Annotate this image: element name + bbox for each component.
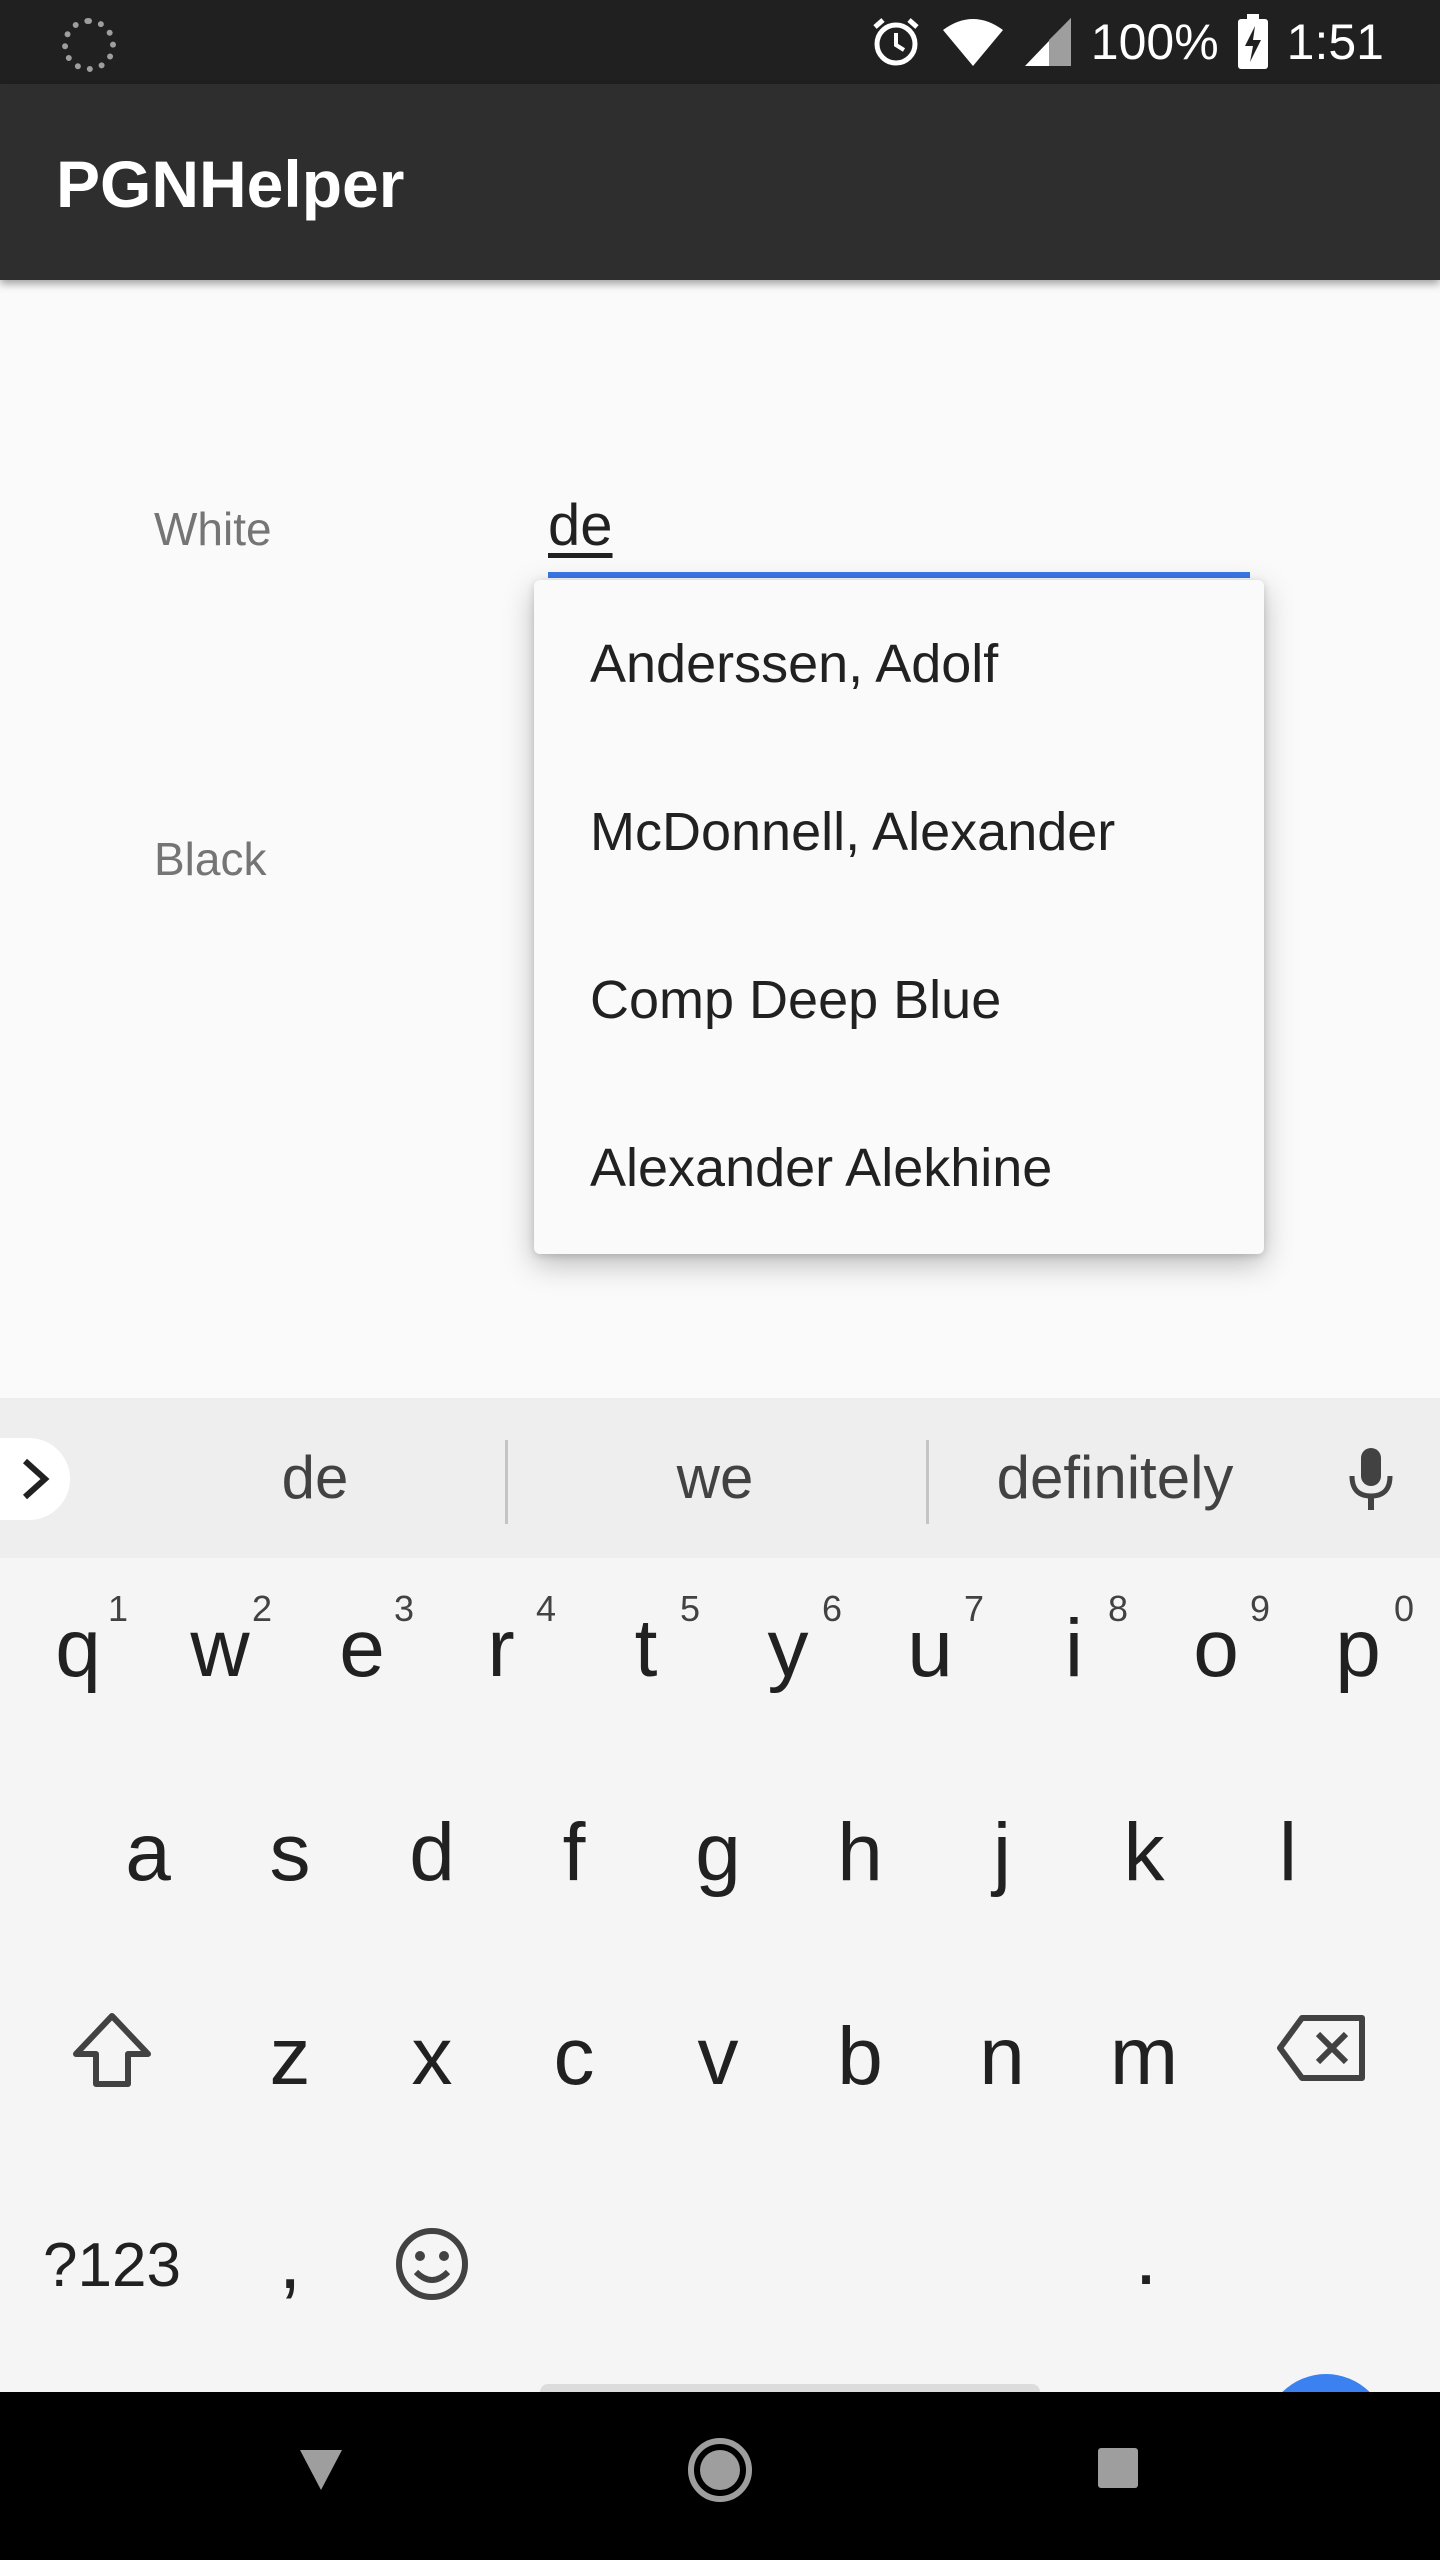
signal-icon <box>1024 18 1071 66</box>
key-l[interactable]: l <box>1228 1806 1348 1900</box>
autocomplete-item[interactable]: Alexander Alekhine <box>534 1084 1264 1252</box>
battery-charging-icon <box>1237 14 1268 69</box>
suggestion-bar: de we definitely <box>0 1398 1440 1558</box>
key-comma[interactable]: , <box>230 2214 350 2308</box>
loading-icon <box>62 18 116 72</box>
autocomplete-item[interactable]: McDonnell, Alexander <box>534 748 1264 916</box>
keyboard: de we definitely q w e r t y u i o p 1 2 <box>0 1398 1440 2498</box>
emoji-icon <box>396 2228 468 2300</box>
key-hint-4: 4 <box>536 1588 557 1629</box>
key-k[interactable]: k <box>1084 1806 1204 1900</box>
white-player-input[interactable]: de <box>548 486 1250 578</box>
key-m[interactable]: m <box>1084 2010 1204 2104</box>
emoji-key[interactable] <box>372 2226 492 2322</box>
suggestion-divider <box>505 1440 508 1524</box>
key-period[interactable]: . <box>1086 2210 1206 2304</box>
key-a[interactable]: a <box>88 1806 208 1900</box>
wifi-icon <box>942 19 1003 66</box>
clock: 1:51 <box>1286 14 1384 70</box>
home-icon[interactable] <box>686 2436 754 2504</box>
white-player-input-text: de <box>548 493 613 558</box>
keyboard-keys: q w e r t y u i o p 1 2 3 4 5 6 7 8 9 0 … <box>0 1558 1440 2498</box>
key-hint-8: 8 <box>1108 1588 1129 1629</box>
key-s[interactable]: s <box>230 1806 350 1900</box>
backspace-key[interactable] <box>1262 2010 1382 2104</box>
key-b[interactable]: b <box>800 2010 920 2104</box>
key-f[interactable]: f <box>514 1806 634 1900</box>
key-v[interactable]: v <box>658 2010 778 2104</box>
status-bar: 100% 1:51 <box>0 0 1440 84</box>
status-icons: 100% 1:51 <box>869 0 1384 84</box>
autocomplete-dropdown: Anderssen, Adolf McDonnell, Alexander Co… <box>534 580 1264 1254</box>
shift-key[interactable] <box>52 2010 172 2110</box>
recents-icon[interactable] <box>1096 2446 1140 2490</box>
back-icon[interactable] <box>298 2448 344 2492</box>
symbols-key[interactable]: ?123 <box>32 2230 192 2301</box>
key-hint-9: 9 <box>1250 1588 1271 1629</box>
key-hint-2: 2 <box>252 1588 273 1629</box>
expand-suggestions-button[interactable] <box>0 1438 70 1520</box>
autocomplete-item[interactable]: Anderssen, Adolf <box>534 580 1264 748</box>
app-bar: PGNHelper <box>0 84 1440 280</box>
key-hint-1: 1 <box>108 1588 129 1629</box>
key-hint-0: 0 <box>1394 1588 1415 1629</box>
screen: 100% 1:51 PGNHelper White de Black Ander… <box>0 0 1440 2560</box>
app-title: PGNHelper <box>56 147 405 221</box>
key-j[interactable]: j <box>942 1806 1062 1900</box>
suggestion-divider <box>926 1440 929 1524</box>
key-hint-3: 3 <box>394 1588 415 1629</box>
alarm-icon <box>873 18 919 66</box>
key-c[interactable]: c <box>514 2010 634 2104</box>
key-hint-6: 6 <box>822 1588 843 1629</box>
key-x[interactable]: x <box>372 2010 492 2104</box>
suggestion-2[interactable]: we <box>560 1398 870 1558</box>
black-label: Black <box>154 833 267 885</box>
key-n[interactable]: n <box>942 2010 1062 2104</box>
chevron-right-icon <box>22 1458 50 1500</box>
key-hint-5: 5 <box>680 1588 701 1629</box>
key-h[interactable]: h <box>800 1806 920 1900</box>
key-g[interactable]: g <box>658 1806 778 1900</box>
key-d[interactable]: d <box>372 1806 492 1900</box>
white-label: White <box>154 503 272 555</box>
suggestion-3[interactable]: definitely <box>960 1398 1270 1558</box>
backspace-icon <box>1277 2015 1365 2081</box>
battery-percentage: 100% <box>1090 14 1219 70</box>
autocomplete-item[interactable]: Comp Deep Blue <box>534 916 1264 1084</box>
navigation-bar <box>0 2392 1440 2560</box>
shift-icon <box>73 2013 151 2087</box>
key-z[interactable]: z <box>230 2010 350 2104</box>
microphone-icon[interactable] <box>1346 1446 1396 1512</box>
key-hint-7: 7 <box>964 1588 985 1629</box>
suggestion-1[interactable]: de <box>160 1398 470 1558</box>
